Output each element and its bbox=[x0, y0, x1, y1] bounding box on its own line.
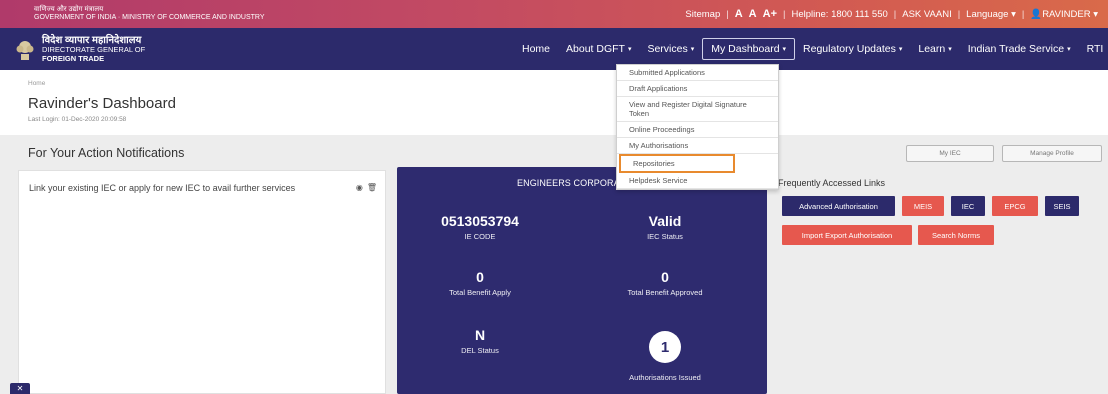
authorisations-issued-stat[interactable]: 1 Authorisations Issued bbox=[605, 331, 725, 382]
gov-line-english: GOVERNMENT OF INDIA · MINISTRY OF COMMER… bbox=[34, 14, 265, 21]
benefit-approved-stat: 0 Total Benefit Approved bbox=[605, 269, 725, 297]
helpline-text: Helpline: 1800 111 550 bbox=[791, 8, 888, 20]
authorisations-issued-label: Authorisations Issued bbox=[629, 373, 701, 382]
dropdown-item-my-authorisations[interactable]: My Authorisations bbox=[617, 138, 778, 154]
del-status-stat: N DEL Status bbox=[435, 327, 525, 355]
nav-menu: Home About DGFT ▾ Services ▾ My Dashboard ▾… bbox=[514, 28, 1108, 70]
top-utility-bar: वाणिज्य और उद्योग मंत्रालय GOVERNMENT OF… bbox=[0, 0, 1108, 28]
brand-line2: FOREIGN TRADE bbox=[42, 53, 105, 63]
iec-code-stat: 0513053794 IE CODE bbox=[435, 213, 525, 241]
frequently-accessed-links-title: Frequently Accessed Links bbox=[778, 178, 886, 188]
my-dashboard-dropdown: Submitted Applications Draft Application… bbox=[616, 64, 779, 190]
iec-summary-card: ENGINEERS CORPORATION 0513053794 IE CODE… bbox=[397, 167, 767, 394]
ask-vaani-link[interactable]: ASK VAANI bbox=[902, 9, 951, 20]
chevron-down-icon: ▾ bbox=[627, 46, 632, 53]
user-menu[interactable]: 👤RAVINDER ▾ bbox=[1030, 9, 1098, 20]
font-small-button[interactable]: A bbox=[735, 8, 743, 20]
my-iec-button[interactable]: My IEC bbox=[906, 145, 994, 162]
sitemap-link[interactable]: Sitemap bbox=[685, 9, 720, 20]
chevron-down-icon: ▾ bbox=[898, 46, 903, 53]
nav-home[interactable]: Home bbox=[514, 38, 558, 60]
user-icon: 👤 bbox=[1030, 8, 1043, 20]
advanced-authorisation-link[interactable]: Advanced Authorisation bbox=[782, 196, 895, 216]
benefit-apply-label: Total Benefit Apply bbox=[449, 288, 511, 297]
epcg-link[interactable]: EPCG bbox=[992, 196, 1038, 216]
delete-icon[interactable]: 🗑 bbox=[367, 183, 377, 192]
chevron-down-icon: ▾ bbox=[1067, 46, 1071, 53]
nav-services[interactable]: Services ▾ bbox=[639, 38, 702, 60]
authorisations-issued-value: 1 bbox=[649, 331, 681, 363]
font-large-button[interactable]: A+ bbox=[763, 8, 777, 20]
last-login-text: Last Login: 01-Dec-2020 20:09:58 bbox=[28, 116, 127, 123]
iec-status-value: Valid bbox=[648, 213, 682, 229]
benefit-approved-value: 0 bbox=[661, 269, 669, 285]
chevron-down-icon: ▾ bbox=[690, 46, 695, 53]
nav-regulatory-updates[interactable]: Regulatory Updates ▾ bbox=[795, 38, 910, 60]
benefit-apply-value: 0 bbox=[476, 269, 484, 285]
chevron-down-icon: ▾ bbox=[948, 46, 952, 53]
nav-indian-trade-service[interactable]: Indian Trade Service ▾ bbox=[960, 38, 1079, 60]
manage-profile-button[interactable]: Manage Profile bbox=[1002, 145, 1102, 162]
brand-line1: DIRECTORATE GENERAL OF bbox=[42, 44, 146, 54]
language-select[interactable]: Language ▾ bbox=[966, 9, 1016, 20]
dropdown-item-repositories[interactable]: Repositories bbox=[619, 154, 735, 173]
dgft-logo[interactable]: विदेश व्यापार महानिदेशालय DIRECTORATE GE… bbox=[14, 34, 146, 63]
seis-link[interactable]: SEIS bbox=[1045, 196, 1079, 216]
nav-rti[interactable]: RTI bbox=[1079, 38, 1108, 60]
government-label: वाणिज्य और उद्योग मंत्रालय GOVERNMENT OF… bbox=[34, 6, 265, 22]
font-normal-button[interactable]: A bbox=[749, 8, 757, 20]
dropdown-item-helpdesk-service[interactable]: Helpdesk Service bbox=[617, 173, 778, 189]
national-emblem-icon bbox=[16, 41, 34, 60]
iec-code-label: IE CODE bbox=[464, 232, 496, 241]
notifications-panel: Link your existing IEC or apply for new … bbox=[18, 170, 386, 394]
del-status-label: DEL Status bbox=[461, 346, 499, 355]
collapse-icon[interactable]: ✕ bbox=[10, 383, 30, 394]
dropdown-item-online-proceedings[interactable]: Online Proceedings bbox=[617, 122, 778, 138]
benefit-apply-stat: 0 Total Benefit Apply bbox=[435, 269, 525, 297]
dropdown-item-digital-signature-token[interactable]: View and Register Digital Signature Toke… bbox=[617, 97, 778, 122]
notifications-title: For Your Action Notifications bbox=[28, 146, 185, 160]
search-norms-link[interactable]: Search Norms bbox=[918, 225, 994, 245]
benefit-approved-label: Total Benefit Approved bbox=[627, 288, 703, 297]
breadcrumb[interactable]: Home bbox=[28, 80, 45, 87]
gov-line-hindi: वाणिज्य और उद्योग मंत्रालय bbox=[34, 6, 104, 13]
nav-learn[interactable]: Learn ▾ bbox=[910, 38, 959, 60]
nav-about-dgft[interactable]: About DGFT ▾ bbox=[558, 38, 639, 60]
meis-link[interactable]: MEIS bbox=[902, 196, 944, 216]
iec-code-value: 0513053794 bbox=[441, 213, 519, 229]
notification-message[interactable]: Link your existing IEC or apply for new … bbox=[29, 183, 295, 193]
dropdown-item-draft-applications[interactable]: Draft Applications bbox=[617, 81, 778, 97]
iec-link[interactable]: IEC bbox=[951, 196, 985, 216]
nav-my-dashboard[interactable]: My Dashboard ▾ bbox=[702, 38, 796, 60]
brand-hindi: विदेश व्यापार महानिदेशालय bbox=[42, 34, 142, 46]
utility-links: Sitemap | A A A+ | Helpline: 1800 111 55… bbox=[685, 8, 1098, 20]
main-navbar: विदेश व्यापार महानिदेशालय DIRECTORATE GE… bbox=[0, 28, 1108, 70]
page-title: Ravinder's Dashboard bbox=[28, 95, 176, 112]
dropdown-item-submitted-applications[interactable]: Submitted Applications bbox=[617, 65, 778, 81]
view-icon[interactable]: ◉ bbox=[356, 183, 363, 192]
import-export-authorisation-link[interactable]: Import Export Authorisation bbox=[782, 225, 912, 245]
iec-status-stat: Valid IEC Status bbox=[615, 213, 715, 241]
del-status-value: N bbox=[474, 327, 486, 343]
iec-status-label: IEC Status bbox=[647, 232, 683, 241]
chevron-down-icon: ▾ bbox=[782, 46, 787, 53]
